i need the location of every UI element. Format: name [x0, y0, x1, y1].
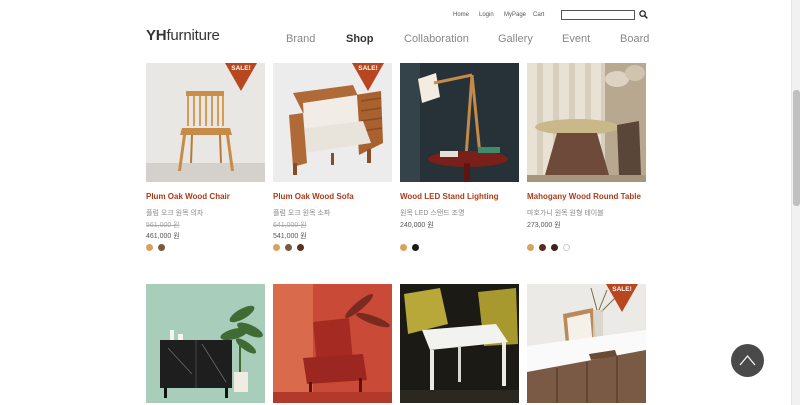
swatch-tan[interactable] [273, 244, 280, 251]
product-image[interactable] [273, 284, 392, 403]
product-card[interactable]: SALE! Plum Oak Wood Chair 플럼 오크 원목 의자 56… [146, 63, 265, 263]
product-card[interactable] [146, 284, 265, 405]
color-swatches [146, 244, 165, 251]
back-to-top-button[interactable] [731, 344, 764, 377]
nav-collaboration[interactable]: Collaboration [404, 33, 469, 45]
product-price: 273,000 원 [527, 222, 561, 229]
color-swatches [527, 244, 570, 251]
search-input[interactable] [561, 10, 635, 20]
util-link-login[interactable]: Login [479, 12, 494, 18]
scrollbar-thumb[interactable] [793, 90, 800, 206]
swatch-brown[interactable] [158, 244, 165, 251]
nav-gallery[interactable]: Gallery [498, 33, 533, 45]
product-name[interactable]: Mahogany Wood Round Table [527, 192, 641, 201]
nav-brand[interactable]: Brand [286, 33, 315, 45]
product-image[interactable] [146, 284, 265, 403]
product-original-price: 561,000 원 [146, 222, 180, 229]
util-link-mypage[interactable]: MyPage [504, 12, 526, 18]
product-card[interactable] [400, 284, 519, 405]
search-icon[interactable] [639, 10, 648, 19]
swatch-dark[interactable] [551, 244, 558, 251]
swatch-white[interactable] [563, 244, 570, 251]
nav-shop[interactable]: Shop [346, 33, 374, 45]
nav-board[interactable]: Board [620, 33, 649, 45]
swatch-tan[interactable] [146, 244, 153, 251]
product-card[interactable]: Mahogany Wood Round Table 마호가니 원목 원형 테이블… [527, 63, 646, 263]
product-card[interactable]: SALE! Plum Oak Wood Sofa 플럼 오크 원목 소파 641… [273, 63, 392, 263]
swatch-tan[interactable] [527, 244, 534, 251]
product-name[interactable]: Plum Oak Wood Chair [146, 192, 230, 201]
product-image[interactable]: SALE! [527, 284, 646, 403]
product-korean-name: 원목 LED 스탠드 조명 [400, 210, 465, 217]
product-name[interactable]: Plum Oak Wood Sofa [273, 192, 354, 201]
product-korean-name: 플럼 오크 원목 소파 [273, 210, 331, 217]
util-link-home[interactable]: Home [453, 12, 469, 18]
sale-badge-label: SALE! [612, 286, 632, 293]
product-name[interactable]: Wood LED Stand Lighting [400, 192, 499, 201]
product-korean-name: 마호가니 원목 원형 테이블 [527, 210, 604, 217]
product-price: 541,000 원 [273, 233, 307, 240]
product-image[interactable] [400, 63, 519, 182]
product-card[interactable]: Wood LED Stand Lighting 원목 LED 스탠드 조명 24… [400, 63, 519, 263]
product-korean-name: 플럼 오크 원목 의자 [146, 210, 204, 217]
nav-event[interactable]: Event [562, 33, 590, 45]
swatch-brown[interactable] [285, 244, 292, 251]
color-swatches [273, 244, 304, 251]
swatch-dark-brown[interactable] [297, 244, 304, 251]
logo-bold: YH [146, 27, 167, 44]
swatch-black[interactable] [412, 244, 419, 251]
site-logo[interactable]: YHfurniture [146, 27, 220, 44]
chevron-up-icon [739, 355, 756, 366]
product-price: 240,000 원 [400, 222, 434, 229]
product-card[interactable] [273, 284, 392, 405]
product-card[interactable]: SALE! [527, 284, 646, 405]
sale-badge-label: SALE! [231, 65, 251, 72]
product-original-price: 641,000 원 [273, 222, 307, 229]
product-image[interactable]: SALE! [273, 63, 392, 182]
product-image[interactable] [527, 63, 646, 182]
color-swatches [400, 244, 419, 251]
logo-rest: furniture [166, 27, 220, 44]
swatch-tan[interactable] [400, 244, 407, 251]
sale-badge-label: SALE! [358, 65, 378, 72]
util-link-cart[interactable]: Cart [533, 12, 544, 18]
product-price: 461,000 원 [146, 233, 180, 240]
product-image[interactable] [400, 284, 519, 403]
swatch-mahogany[interactable] [539, 244, 546, 251]
product-image[interactable]: SALE! [146, 63, 265, 182]
page-scrollbar[interactable] [791, 0, 800, 405]
